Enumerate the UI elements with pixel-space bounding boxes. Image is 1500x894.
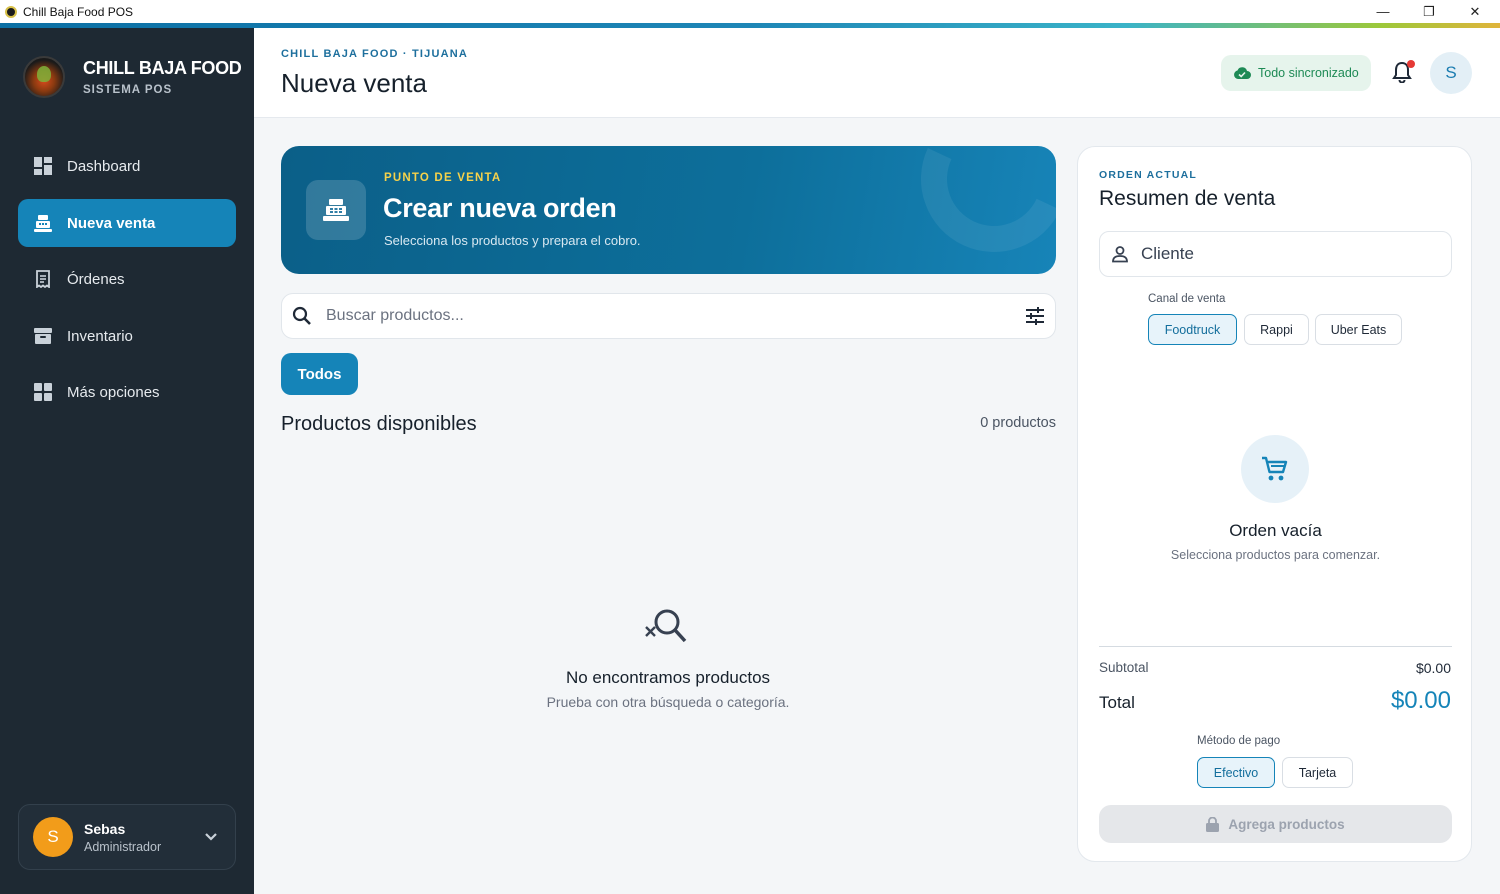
search-off-icon <box>643 607 689 647</box>
lock-icon <box>1206 816 1220 832</box>
sidebar: CHILL BAJA FOOD SISTEMA POS Dashboard Nu… <box>0 28 254 894</box>
search-input[interactable] <box>326 307 1006 325</box>
channel-rappi[interactable]: Rappi <box>1244 314 1309 345</box>
page-header: CHILL BAJA FOOD · TIJUANA Nueva venta To… <box>254 28 1500 118</box>
order-summary-panel: ORDEN ACTUAL Resumen de venta Cliente Ca… <box>1077 146 1472 862</box>
subtotal-value: $0.00 <box>1415 660 1451 676</box>
user-role: Administrador <box>84 839 162 854</box>
client-label: Cliente <box>1141 244 1194 263</box>
channel-uber-eats[interactable]: Uber Eats <box>1315 314 1402 345</box>
payment-efectivo[interactable]: Efectivo <box>1197 757 1275 788</box>
sidebar-item-inventario[interactable]: Inventario <box>18 312 236 360</box>
add-products-label: Agrega productos <box>1228 816 1345 832</box>
sidebar-item-label: Órdenes <box>67 270 125 288</box>
sidebar-item-label: Inventario <box>67 327 133 345</box>
user-menu[interactable]: S Sebas Administrador <box>18 804 236 870</box>
chevron-down-icon[interactable] <box>204 829 218 847</box>
hero-title: Crear nueva orden <box>383 193 617 223</box>
dashboard-icon <box>34 157 52 175</box>
sidebar-item-label: Nueva venta <box>67 214 156 232</box>
sidebar-item-label: Dashboard <box>67 157 141 175</box>
category-chip-todos[interactable]: Todos <box>281 353 358 395</box>
empty-products-title: No encontramos productos <box>565 668 771 687</box>
app-icon <box>5 5 17 18</box>
grid-icon <box>34 383 52 401</box>
user-name: Sebas <box>84 820 126 837</box>
products-section-title: Productos disponibles <box>281 413 477 435</box>
cart-icon <box>1261 456 1289 482</box>
sync-status-label: Todo sincronizado <box>1258 66 1359 80</box>
hero-banner: PUNTO DE VENTA Crear nueva orden Selecci… <box>281 146 1056 274</box>
search-icon <box>292 306 312 326</box>
product-search <box>281 293 1056 339</box>
window-title: Chill Baja Food POS <box>23 4 134 19</box>
payment-method-label: Método de pago <box>1197 735 1281 747</box>
sidebar-item-label: Más opciones <box>67 383 160 401</box>
brand: CHILL BAJA FOOD SISTEMA POS <box>23 56 242 98</box>
total-label: Total <box>1099 693 1135 712</box>
empty-products-subtitle: Prueba con otra búsqueda o categoría. <box>546 694 790 710</box>
payment-tarjeta[interactable]: Tarjeta <box>1282 757 1353 788</box>
cash-register-icon <box>306 180 366 240</box>
inventory-icon <box>34 327 52 345</box>
sync-status-badge[interactable]: Todo sincronizado <box>1221 55 1371 91</box>
header-avatar[interactable]: S <box>1430 52 1472 94</box>
product-count: 0 productos <box>980 415 1056 431</box>
empty-order-title: Orden vacía <box>1229 521 1322 540</box>
cloud-check-icon <box>1233 66 1251 80</box>
maximize-button[interactable]: ❐ <box>1406 0 1452 23</box>
client-selector[interactable]: Cliente <box>1099 231 1452 277</box>
sidebar-item-mas-opciones[interactable]: Más opciones <box>18 368 236 416</box>
window-titlebar: Chill Baja Food POS — ❐ ✕ <box>0 0 1500 23</box>
order-title: Resumen de venta <box>1099 187 1276 210</box>
empty-cart <box>1241 435 1309 503</box>
subtotal-label: Subtotal <box>1099 660 1149 675</box>
brand-logo <box>23 56 65 98</box>
sidebar-item-dashboard[interactable]: Dashboard <box>18 142 236 190</box>
channel-label: Canal de venta <box>1148 293 1226 305</box>
notification-badge <box>1407 60 1415 68</box>
decorative-ring <box>900 146 1056 273</box>
order-eyebrow: ORDEN ACTUAL <box>1099 169 1198 181</box>
empty-order-subtitle: Selecciona productos para comenzar. <box>1170 548 1381 562</box>
sidebar-item-nueva-venta[interactable]: Nueva venta <box>18 199 236 247</box>
brand-subtitle: SISTEMA POS <box>83 84 173 96</box>
add-products-button[interactable]: Agrega productos <box>1099 805 1452 843</box>
cash-register-icon <box>34 214 52 232</box>
person-icon <box>1111 245 1129 263</box>
avatar: S <box>33 817 73 857</box>
receipt-icon <box>34 270 52 288</box>
sidebar-item-ordenes[interactable]: Órdenes <box>18 255 236 303</box>
total-value: $0.00 <box>1390 687 1451 714</box>
minimize-button[interactable]: — <box>1360 0 1406 23</box>
filter-icon[interactable] <box>1025 306 1045 326</box>
page-title: Nueva venta <box>281 68 427 98</box>
breadcrumb: CHILL BAJA FOOD · TIJUANA <box>281 48 469 60</box>
close-button[interactable]: ✕ <box>1452 0 1498 23</box>
hero-subtitle: Selecciona los productos y prepara el co… <box>384 233 641 248</box>
channel-foodtruck[interactable]: Foodtruck <box>1148 314 1237 345</box>
brand-name: CHILL BAJA FOOD <box>83 58 242 78</box>
hero-eyebrow: PUNTO DE VENTA <box>384 172 502 184</box>
divider <box>1099 646 1452 647</box>
